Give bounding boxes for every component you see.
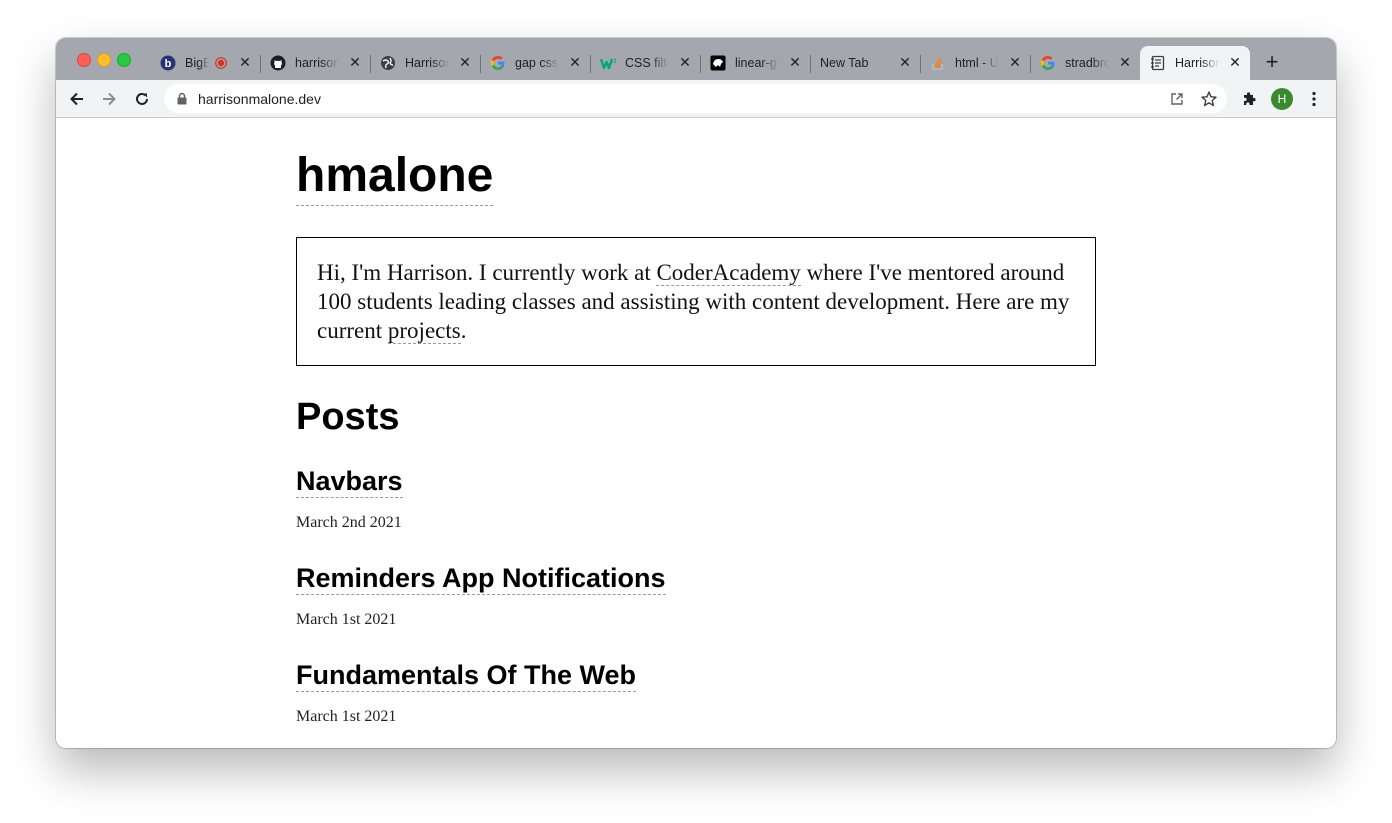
page-content: hmalone Hi, I'm Harrison. I currently wo… [56,118,1336,748]
w3schools-icon: 3 [600,55,616,71]
tab-title: CSS filter [625,56,669,70]
tab-title: harrisonmalone [295,56,339,70]
post-date: March 1st 2021 [296,611,397,628]
github-icon [270,55,286,71]
tab-title: BigBlueButton [185,56,209,70]
post-item: Fundamentals Of The Web March 1st 2021 [296,659,637,726]
close-tab-icon[interactable]: ✕ [568,55,582,69]
zoom-window-button[interactable] [117,53,131,67]
intro-text: Hi, I'm Harrison. I currently work at [317,260,657,285]
tab-title: gap css [515,56,559,70]
tab-stradbroke[interactable]: stradbroke ✕ [1030,46,1140,80]
browser-toolbar: harrisonmalone.dev H [56,80,1336,118]
post-item: Navbars March 2nd 2021 [296,465,403,532]
browser-menu-button[interactable] [1303,88,1325,110]
open-in-app-icon[interactable] [1168,90,1186,108]
tab-harrison-active[interactable]: Harrison ✕ [1140,46,1250,80]
mdn-icon [710,55,726,71]
close-tab-icon[interactable]: ✕ [348,55,362,69]
tab-css-filter[interactable]: 3 CSS filter ✕ [590,46,701,80]
close-tab-icon[interactable]: ✕ [678,55,692,69]
back-arrow-icon [70,92,83,106]
projects-link[interactable]: projects [387,318,461,344]
back-button[interactable] [66,88,88,110]
tab-bigbluebutton[interactable]: b BigBlueButton ✕ [150,46,261,80]
close-tab-icon[interactable]: ✕ [898,55,912,69]
minimize-window-button[interactable] [97,53,111,67]
tab-title: New Tab [820,56,869,70]
close-tab-icon[interactable]: ✕ [458,55,472,69]
stackoverflow-icon [930,55,946,71]
coderacademy-link[interactable]: CoderAcademy [656,260,801,286]
close-tab-icon[interactable]: ✕ [1228,55,1242,69]
tab-strip: b BigBlueButton ✕ harrisonmalone ✕ Harri… [56,38,1336,80]
new-tab-button[interactable]: + [1262,51,1282,73]
close-tab-icon[interactable]: ✕ [1118,55,1132,69]
intro-text: . [460,318,467,343]
recording-icon [215,57,227,69]
post-title-link[interactable]: Navbars [296,465,403,498]
reload-button[interactable] [131,88,153,110]
tab-title: Harrison [405,56,449,70]
lock-icon[interactable] [176,92,188,110]
bookmark-star-icon[interactable] [1200,90,1218,108]
site-title-link[interactable]: hmalone [296,148,494,206]
forward-arrow-icon [103,92,116,106]
bigbluebutton-icon: b [160,55,176,71]
reload-icon [136,92,148,105]
close-tab-icon[interactable]: ✕ [788,55,802,69]
tab-new-tab[interactable]: New Tab ✕ [810,46,921,80]
tab-title: Harrison [1175,56,1219,70]
posts-heading: Posts [296,396,400,438]
tab-gap-css[interactable]: gap css ✕ [480,46,591,80]
tab-harrison-1[interactable]: Harrison ✕ [370,46,481,80]
google-icon [490,55,506,71]
tab-linear-gradient[interactable]: linear-gradient ✕ [700,46,811,80]
post-date: March 1st 2021 [296,708,397,725]
forward-button[interactable] [98,88,120,110]
extensions-button[interactable] [1239,88,1261,110]
post-title-link[interactable]: Reminders App Notifications [296,562,666,595]
close-window-button[interactable] [77,53,91,67]
svg-text:3: 3 [614,59,617,65]
notebook-icon [1150,55,1166,71]
puzzle-piece-icon [1244,92,1256,105]
profile-avatar[interactable]: H [1271,88,1293,110]
url-text: harrisonmalone.dev [198,91,321,107]
browser-window: b BigBlueButton ✕ harrisonmalone ✕ Harri… [56,38,1336,748]
globe-icon [380,55,396,71]
close-tab-icon[interactable]: ✕ [1008,55,1022,69]
address-bar[interactable]: harrisonmalone.dev [164,84,1227,113]
svg-text:b: b [165,58,172,70]
close-tab-icon[interactable]: ✕ [238,55,252,69]
intro-box: Hi, I'm Harrison. I currently work at Co… [296,237,1096,366]
post-title-link[interactable]: Fundamentals Of The Web [296,659,637,692]
tab-stackoverflow[interactable]: html - U ✕ [920,46,1031,80]
post-date: March 2nd 2021 [296,514,402,531]
tab-title: html - U [955,56,999,70]
tab-github[interactable]: harrisonmalone ✕ [260,46,371,80]
kebab-menu-icon [1312,91,1316,107]
tab-title: stradbroke [1065,56,1109,70]
post-item: Reminders App Notifications March 1st 20… [296,562,666,629]
tab-title: linear-gradient [735,56,779,70]
google-icon [1040,55,1056,71]
